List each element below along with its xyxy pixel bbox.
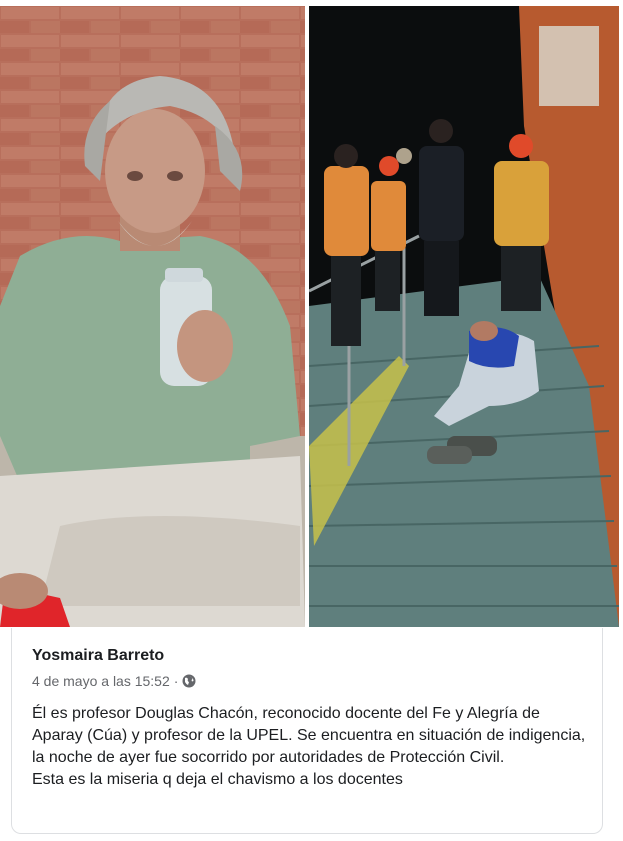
meta-separator: · (173, 673, 179, 689)
globe-icon[interactable] (182, 674, 196, 688)
photo-left[interactable] (0, 6, 305, 627)
post-card: Yosmaira Barreto 4 de mayo a las 15:52 ·… (11, 628, 603, 834)
post-meta: 4 de mayo a las 15:52 · (32, 673, 196, 689)
post-author-name[interactable]: Yosmaira Barreto (32, 647, 164, 665)
post-paragraph: Él es profesor Douglas Chacón, reconocid… (32, 705, 586, 766)
photo-left-image (0, 6, 305, 627)
photo-right-image (309, 6, 619, 627)
post-photos (0, 0, 623, 628)
post-timestamp[interactable]: 4 de mayo a las 15:52 (32, 673, 170, 689)
post-paragraph: Esta es la miseria q deja el chavismo a … (32, 771, 403, 788)
post-body: Él es profesor Douglas Chacón, reconocid… (32, 703, 587, 791)
photo-right[interactable] (309, 6, 619, 627)
